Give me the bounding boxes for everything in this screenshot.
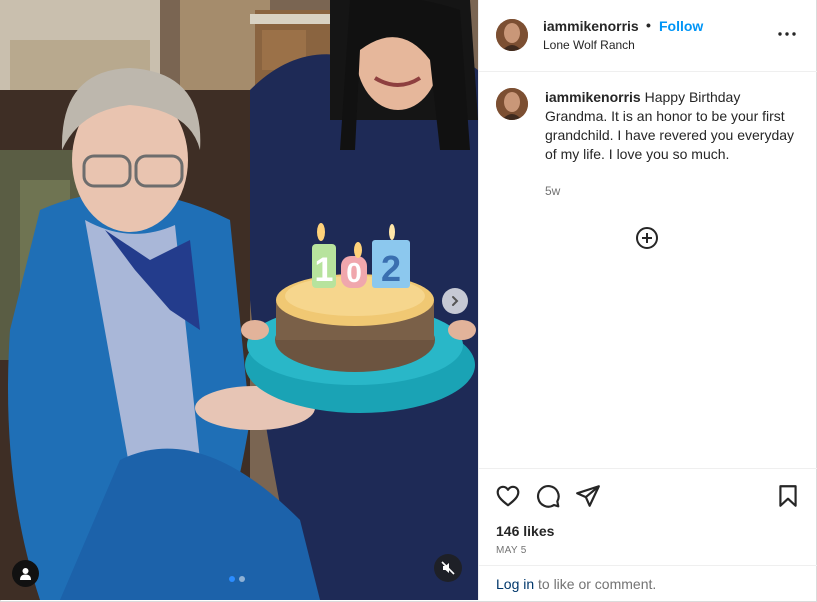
chevron-right-icon — [452, 296, 459, 306]
carousel-indicator — [229, 576, 245, 582]
post-media[interactable]: 1 0 2 — [0, 0, 478, 600]
follow-button[interactable]: Follow — [659, 18, 703, 34]
like-button[interactable] — [495, 483, 521, 509]
post-actions: 146 likes MAY 5 Log in to like or commen… — [479, 468, 817, 600]
caption-username[interactable]: iammikenorris — [545, 89, 641, 105]
candle-digit-2: 0 — [346, 257, 362, 288]
candle-digit-1: 1 — [315, 251, 334, 289]
post-sidebar: iammikenorris • Follow Lone Wolf Ranch i… — [478, 0, 817, 600]
login-link[interactable]: Log in — [496, 576, 534, 592]
caption-avatar[interactable] — [496, 88, 528, 120]
header-separator: • — [646, 17, 651, 33]
audio-toggle-button[interactable] — [434, 554, 462, 582]
post-caption: iammikenorris Happy Birthday Grandma. It… — [545, 88, 795, 164]
user-icon — [20, 568, 31, 580]
caption-timestamp[interactable]: 5w — [545, 184, 560, 198]
post-location[interactable]: Lone Wolf Ranch — [543, 38, 635, 52]
carousel-dot — [239, 576, 245, 582]
share-button[interactable] — [575, 483, 601, 509]
birthday-photo: 1 0 2 — [0, 0, 478, 600]
author-avatar[interactable] — [496, 19, 528, 51]
comment-bar: Log in to like or comment. — [479, 565, 817, 601]
next-media-button[interactable] — [442, 288, 468, 314]
avatar-image — [496, 19, 528, 51]
paper-plane-icon — [576, 485, 600, 507]
likes-count[interactable]: 146 likes — [496, 523, 554, 539]
save-button[interactable] — [775, 483, 801, 509]
speaker-muted-icon — [441, 561, 455, 575]
post-date[interactable]: MAY 5 — [496, 545, 527, 556]
candle-digit-3: 2 — [381, 248, 401, 289]
login-prompt-text: to like or comment. — [538, 576, 657, 592]
author-username[interactable]: iammikenorris — [543, 18, 639, 34]
carousel-dot-active — [229, 576, 235, 582]
comment-button[interactable] — [535, 483, 561, 509]
avatar-image — [496, 88, 528, 120]
tagged-users-button[interactable] — [12, 560, 39, 587]
load-more-comments-button[interactable] — [635, 226, 659, 250]
post-header: iammikenorris • Follow Lone Wolf Ranch — [479, 0, 817, 72]
more-horizontal-icon — [778, 32, 796, 36]
bookmark-icon — [779, 485, 797, 507]
comment-icon — [537, 485, 560, 508]
plus-circle-icon — [636, 227, 658, 249]
more-options-button[interactable] — [775, 22, 799, 46]
heart-icon — [496, 485, 520, 507]
